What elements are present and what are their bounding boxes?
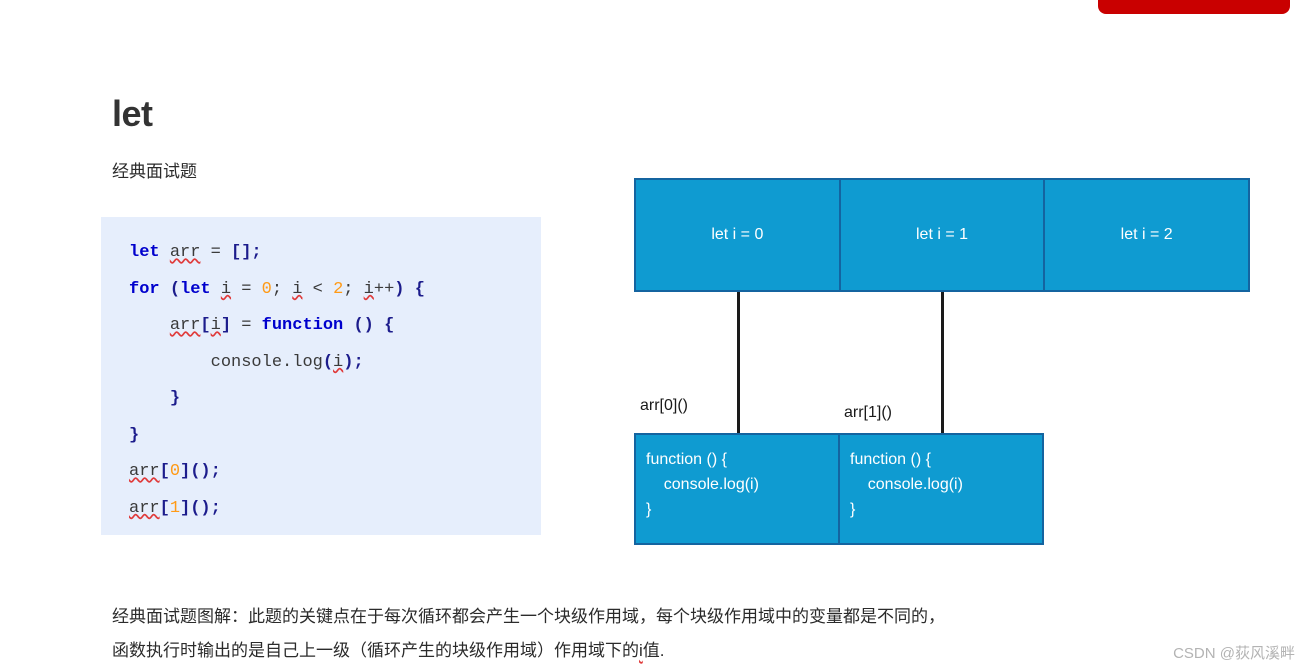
explanation-paragraph: 经典面试题图解：此题的关键点在于每次循环都会产生一个块级作用域，每个块级作用域中…: [112, 600, 1132, 668]
function-box-line2: console.log(i): [646, 476, 759, 493]
connector-line-0: [737, 292, 740, 433]
block-scope-label: let i = 0: [711, 226, 764, 243]
code-token-parens: (): [353, 316, 374, 335]
code-token-increment: ++: [373, 279, 395, 299]
code-token-assign: =: [231, 279, 262, 299]
code-block: let arr = []; for (let i = 0; i < 2; i++)…: [101, 217, 541, 535]
block-scope-cell-2: let i = 2: [1045, 180, 1249, 290]
code-line: }: [129, 418, 541, 455]
function-box-1: function () { console.log(i) }: [840, 435, 1042, 543]
code-token-bracket-open: [: [159, 498, 170, 518]
code-token-lt: <: [302, 279, 334, 299]
code-token-bracket-open: [: [200, 316, 211, 335]
code-token-bracket-open: [: [159, 462, 170, 481]
code-token-semicolon: ;: [271, 279, 293, 299]
code-token-keyword-for: for: [129, 279, 160, 299]
code-token-identifier-arr: arr: [169, 243, 201, 262]
block-scope-label: let i = 1: [915, 226, 969, 243]
code-token-number-2: 2: [333, 279, 344, 299]
code-token-identifier-arr: arr: [129, 462, 160, 481]
function-box-line3: }: [646, 501, 652, 518]
explanation-line-2-before: 函数执行时输出的是自己上一级（循环产生的块级作用域）作用域下的: [112, 641, 639, 660]
code-line: }: [129, 381, 541, 418]
code-token-identifier-arr: arr: [129, 498, 160, 518]
code-token-number-0: 0: [169, 462, 181, 481]
code-token-keyword-function: function: [261, 316, 344, 335]
function-box-line1: function () {: [646, 451, 727, 468]
code-token-assign: =: [200, 243, 232, 262]
explanation-line-1: 经典面试题图解：此题的关键点在于每次循环都会产生一个块级作用域，每个块级作用域中…: [112, 607, 945, 626]
call-label-arr0: arr[0](): [640, 397, 688, 414]
code-token-identifier-i: i: [220, 279, 232, 299]
code-token-assign: =: [231, 316, 262, 335]
code-token-identifier-i: i: [363, 279, 374, 299]
function-box-line1: function () {: [850, 451, 931, 468]
code-line: arr[i] = function () {: [129, 308, 541, 345]
closure-scope-diagram: let i = 0 let i = 1 let i = 2 arr[0]() a…: [634, 178, 1250, 546]
code-token-indent: [129, 353, 211, 372]
function-box-line2: console.log(i): [850, 476, 963, 493]
section-subtitle: 经典面试题: [112, 162, 197, 181]
code-token-semicolon: ;: [343, 279, 364, 299]
block-scope-cell-0: let i = 0: [636, 180, 841, 290]
code-token-identifier-i: i: [210, 316, 221, 335]
code-line: arr[0]();: [129, 454, 541, 491]
code-token-brace-close: }: [129, 425, 140, 445]
code-token-brace-open: {: [384, 316, 395, 335]
explanation-line-2-after: 值.: [642, 641, 665, 660]
code-token-keyword-let: let: [129, 243, 160, 262]
code-line: for (let i = 0; i < 2; i++) {: [129, 272, 541, 309]
function-box-line3: }: [850, 501, 856, 518]
connector-line-1: [941, 292, 944, 433]
code-token-number-0: 0: [261, 279, 272, 299]
code-token-paren-close-semi: );: [343, 352, 364, 372]
code-token-identifier-i: i: [292, 279, 303, 299]
code-line: console.log(i);: [129, 345, 541, 382]
code-token-number-1: 1: [169, 498, 181, 518]
page-title: let: [112, 93, 153, 135]
code-token-bracket-close: ]: [220, 316, 232, 335]
block-scope-label: let i = 2: [1120, 226, 1173, 243]
code-token-brackets: [];: [231, 243, 262, 262]
explanation-line-2: 函数执行时输出的是自己上一级（循环产生的块级作用域）作用域下的i值.: [112, 634, 1132, 668]
code-token-indent: [129, 316, 170, 335]
code-token-bracket-close-call: ]();: [180, 462, 221, 481]
code-token-indent: [129, 389, 170, 408]
function-box-row: function () { console.log(i) } function …: [634, 433, 1044, 545]
code-token-identifier-arr: arr: [169, 316, 201, 335]
red-banner-decoration: [1098, 0, 1290, 14]
code-token-bracket-close-call: ]();: [180, 498, 221, 518]
code-token-paren-close: ): [394, 279, 405, 299]
code-line: let arr = [];: [129, 235, 541, 272]
code-token-paren-open: (: [169, 279, 181, 299]
call-label-arr1: arr[1](): [844, 404, 892, 421]
block-scope-cell-1: let i = 1: [840, 180, 1046, 290]
code-token-identifier-i: i: [333, 352, 344, 372]
code-token-paren-open: (: [322, 352, 334, 372]
function-box-0: function () { console.log(i) }: [636, 435, 840, 543]
code-token-keyword-let: let: [180, 279, 211, 299]
code-line: arr[1]();: [129, 491, 541, 528]
code-token-brace-close: }: [169, 389, 181, 408]
block-scope-row: let i = 0 let i = 1 let i = 2: [634, 178, 1250, 292]
code-token-brace-open: {: [414, 279, 425, 299]
csdn-watermark: CSDN @荻风溪畔: [1173, 645, 1295, 662]
code-token-call-console-log: console.log: [210, 352, 323, 372]
